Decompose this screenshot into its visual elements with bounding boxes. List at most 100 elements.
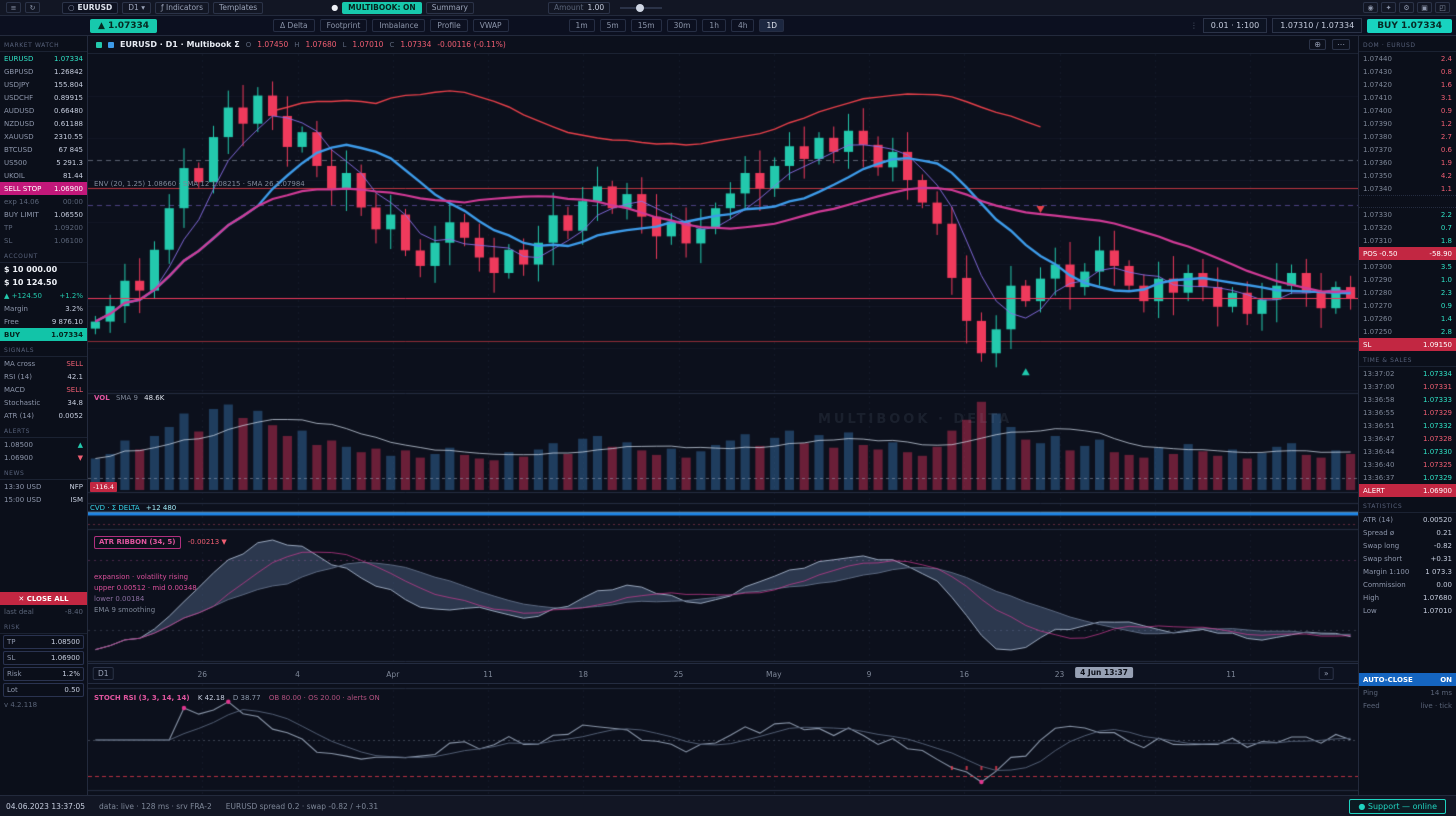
- layout-icon[interactable]: ▣: [1417, 2, 1432, 13]
- list-item[interactable]: POS -0.50-58.90: [1359, 247, 1456, 260]
- axis-button[interactable]: »: [1319, 667, 1334, 680]
- list-item[interactable]: 1.072601.4: [1359, 312, 1456, 325]
- list-item[interactable]: 13:36:401.07325: [1359, 458, 1456, 471]
- volume-indicator-label[interactable]: VOL SMA 9 48.6K: [94, 394, 164, 402]
- list-item[interactable]: High1.07680: [1359, 591, 1456, 604]
- templates-button[interactable]: Templates: [213, 2, 263, 14]
- list-item[interactable]: SL1.06100: [0, 234, 87, 247]
- toolbar-pill[interactable]: 1m: [569, 19, 595, 32]
- list-item[interactable]: Margin3.2%: [0, 302, 87, 315]
- current-time-box[interactable]: 4 Jun 13:37: [1075, 667, 1133, 678]
- multibook-toggle-button[interactable]: MULTIBOOK: ON: [342, 2, 422, 14]
- list-item[interactable]: BTCUSD67 845: [0, 143, 87, 156]
- toolbar-pill[interactable]: Imbalance: [372, 19, 425, 32]
- list-item[interactable]: MACDSELL: [0, 383, 87, 396]
- list-item[interactable]: last deal-8.40: [0, 605, 87, 618]
- list-item[interactable]: Lot0.50: [3, 683, 84, 697]
- list-item[interactable]: $ 10 124.50: [0, 276, 87, 289]
- list-item[interactable]: Spread ø0.21: [1359, 526, 1456, 539]
- chart-more-button[interactable]: ⋯: [1332, 39, 1350, 50]
- list-item[interactable]: 13:36:371.07329: [1359, 471, 1456, 484]
- ma-indicator-label[interactable]: ENV (20, 1.25) 1.08660 · SMA 12 1.08215 …: [94, 180, 305, 188]
- amount-slider[interactable]: [620, 7, 662, 9]
- list-item[interactable]: USDJPY155.804: [0, 78, 87, 91]
- more-icon[interactable]: ⋮: [1190, 21, 1198, 30]
- list-item[interactable]: Low1.07010: [1359, 604, 1456, 617]
- refresh-icon[interactable]: ↻: [25, 2, 40, 13]
- fullscreen-icon[interactable]: ◰: [1435, 2, 1450, 13]
- list-item[interactable]: 1.072502.8: [1359, 325, 1456, 338]
- add-indicator-button[interactable]: ⊕: [1309, 39, 1326, 50]
- bid-ask-box[interactable]: 1.07310 / 1.07334: [1272, 18, 1362, 33]
- list-item[interactable]: 13:36:551.07329: [1359, 406, 1456, 419]
- list-item[interactable]: 1.074201.6: [1359, 78, 1456, 91]
- summary-button[interactable]: Summary: [426, 2, 474, 14]
- list-item[interactable]: GBPUSD1.26842: [0, 65, 87, 78]
- list-item[interactable]: TP1.08500: [3, 635, 84, 649]
- list-item[interactable]: TP1.09200: [0, 221, 87, 234]
- band-indicator-name[interactable]: ATR RIBBON (34, 5): [94, 536, 181, 549]
- list-item[interactable]: 1.073601.9: [1359, 156, 1456, 169]
- toolbar-pill[interactable]: Footprint: [320, 19, 368, 32]
- list-item[interactable]: 15:00 USDISM: [0, 493, 87, 506]
- list-item[interactable]: 1.073101.8: [1359, 234, 1456, 247]
- list-item[interactable]: 1.073401.1: [1359, 182, 1456, 195]
- list-item[interactable]: Stochastic34.8: [0, 396, 87, 409]
- list-item[interactable]: 1.072802.3: [1359, 286, 1456, 299]
- list-item[interactable]: 13:37:001.07331: [1359, 380, 1456, 393]
- list-item[interactable]: 1.073504.2: [1359, 169, 1456, 182]
- list-item[interactable]: 1.072901.0: [1359, 273, 1456, 286]
- list-item[interactable]: ▲ +124.50+1.2%: [0, 289, 87, 302]
- toolbar-pill[interactable]: 1h: [702, 19, 726, 32]
- list-item[interactable]: 1.074300.8: [1359, 65, 1456, 78]
- list-item[interactable]: 13:36:511.07332: [1359, 419, 1456, 432]
- toolbar-pill[interactable]: Δ Delta: [273, 19, 315, 32]
- list-item[interactable]: Swap short+0.31: [1359, 552, 1456, 565]
- list-item[interactable]: 1.073302.2: [1359, 208, 1456, 221]
- list-item[interactable]: 1.073200.7: [1359, 221, 1456, 234]
- toolbar-pill[interactable]: Profile: [430, 19, 467, 32]
- list-item[interactable]: ATR (14)0.0052: [0, 409, 87, 422]
- list-item[interactable]: $ 10 000.00: [0, 263, 87, 276]
- list-item[interactable]: SL1.06900: [3, 651, 84, 665]
- menu-icon[interactable]: ≡: [6, 2, 21, 13]
- settings-icon[interactable]: ⚙: [1399, 2, 1414, 13]
- list-item[interactable]: ALERT1.06900: [1359, 484, 1456, 497]
- record-icon[interactable]: ●: [331, 3, 338, 12]
- list-item[interactable]: Commission0.00: [1359, 578, 1456, 591]
- indicators-button[interactable]: ƒ Indicators: [155, 2, 209, 14]
- list-item[interactable]: MA crossSELL: [0, 357, 87, 370]
- list-item[interactable]: BUY1.07334: [0, 328, 87, 341]
- list-item[interactable]: 13:30 USDNFP: [0, 480, 87, 493]
- list-item[interactable]: 1.073901.2: [1359, 117, 1456, 130]
- time-axis[interactable]: D1264Apr111825May916234 Jun 13:3711»: [88, 663, 1358, 684]
- list-item[interactable]: USDCHF0.89915: [0, 91, 87, 104]
- toolbar-pill[interactable]: VWAP: [473, 19, 509, 32]
- list-item[interactable]: 1.074402.4: [1359, 52, 1456, 65]
- toolbar-pill[interactable]: 30m: [667, 19, 698, 32]
- band-indicator-labels[interactable]: ATR RIBBON (34, 5) -0.00213 ▼ expansion …: [94, 536, 227, 615]
- symbol-search[interactable]: ○ EURUSD: [62, 2, 118, 14]
- list-item[interactable]: 1.073802.7: [1359, 130, 1456, 143]
- list-item[interactable]: 1.06900▼: [0, 451, 87, 464]
- slider-knob[interactable]: [636, 4, 644, 12]
- buy-button[interactable]: BUY 1.07334: [1367, 19, 1452, 33]
- list-item[interactable]: 1.073700.6: [1359, 143, 1456, 156]
- list-item[interactable]: XAUUSD2310.55: [0, 130, 87, 143]
- alerts-icon[interactable]: ✦: [1381, 2, 1396, 13]
- support-chat-button[interactable]: ● Support — online: [1349, 799, 1446, 814]
- cvd-indicator-label[interactable]: CVD · Σ DELTA +12 480: [90, 504, 176, 512]
- list-item[interactable]: Risk1.2%: [3, 667, 84, 681]
- axis-button[interactable]: D1: [93, 667, 114, 680]
- list-item[interactable]: EURUSD1.07334: [0, 52, 87, 65]
- list-item[interactable]: 13:36:581.07333: [1359, 393, 1456, 406]
- amount-field[interactable]: Amount 1.00: [548, 2, 610, 14]
- toolbar-pill[interactable]: 1D: [759, 19, 784, 32]
- camera-icon[interactable]: ◉: [1363, 2, 1378, 13]
- list-item[interactable]: 1.072700.9: [1359, 299, 1456, 312]
- list-item[interactable]: Feedlive · tick: [1359, 699, 1456, 712]
- oscillator-label[interactable]: STOCH RSI (3, 3, 14, 14) K 42.18 D 38.77…: [94, 694, 380, 702]
- list-item[interactable]: NZDUSD0.61188: [0, 117, 87, 130]
- list-item[interactable]: ATR (14)0.00520: [1359, 513, 1456, 526]
- timeframe-select[interactable]: D1 ▾: [122, 2, 151, 14]
